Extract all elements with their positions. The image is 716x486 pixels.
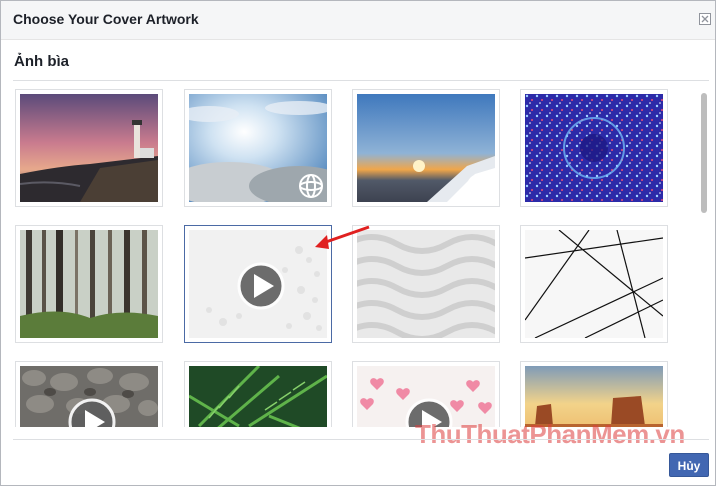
fern-leaves-image <box>189 366 327 427</box>
footer-divider <box>13 439 709 440</box>
watermark: ThuThuatPhanMem.vn <box>415 419 685 449</box>
artwork-tile-rocks-video[interactable] <box>15 361 163 427</box>
rocks-image <box>20 366 158 427</box>
divider <box>13 80 709 81</box>
play-icon <box>237 262 285 310</box>
artwork-tile-hearts-video[interactable] <box>352 361 500 427</box>
white-bubbles-image <box>189 230 327 338</box>
cover-artwork-dialog: Choose Your Cover Artwork Ảnh bìa ThuThu… <box>0 0 716 486</box>
artwork-tile-lines[interactable] <box>520 225 668 343</box>
artwork-tile-fern[interactable] <box>184 361 332 427</box>
dialog-title: Choose Your Cover Artwork <box>13 11 199 27</box>
artwork-grid <box>13 89 693 427</box>
white-waves-image <box>357 230 495 338</box>
clouds-sky-image <box>189 94 327 202</box>
artwork-tile-waves[interactable] <box>352 225 500 343</box>
lighthouse-sunset-image <box>20 94 158 202</box>
artwork-tile-desert[interactable] <box>520 361 668 427</box>
section-title: Ảnh bìa <box>14 53 69 70</box>
close-icon[interactable] <box>699 13 711 25</box>
pink-hearts-image <box>357 366 495 427</box>
scrollbar-thumb[interactable] <box>701 93 707 213</box>
artwork-tile-forest[interactable] <box>15 225 163 343</box>
sunset-clouds-image <box>357 94 495 202</box>
misty-forest-image <box>20 230 158 338</box>
artwork-tile-clouds-360[interactable] <box>184 89 332 207</box>
dialog-header: Choose Your Cover Artwork <box>1 1 715 40</box>
artwork-tile-sunset-360[interactable] <box>352 89 500 207</box>
black-lines-image <box>525 230 663 338</box>
annotation-arrow-icon <box>315 225 370 249</box>
blue-kaleidoscope-image <box>525 94 663 202</box>
cancel-button[interactable]: Hủy <box>669 453 709 477</box>
desert-rocks-image <box>525 366 663 427</box>
artwork-tile-lighthouse[interactable] <box>15 89 163 207</box>
artwork-tile-kaleidoscope[interactable] <box>520 89 668 207</box>
